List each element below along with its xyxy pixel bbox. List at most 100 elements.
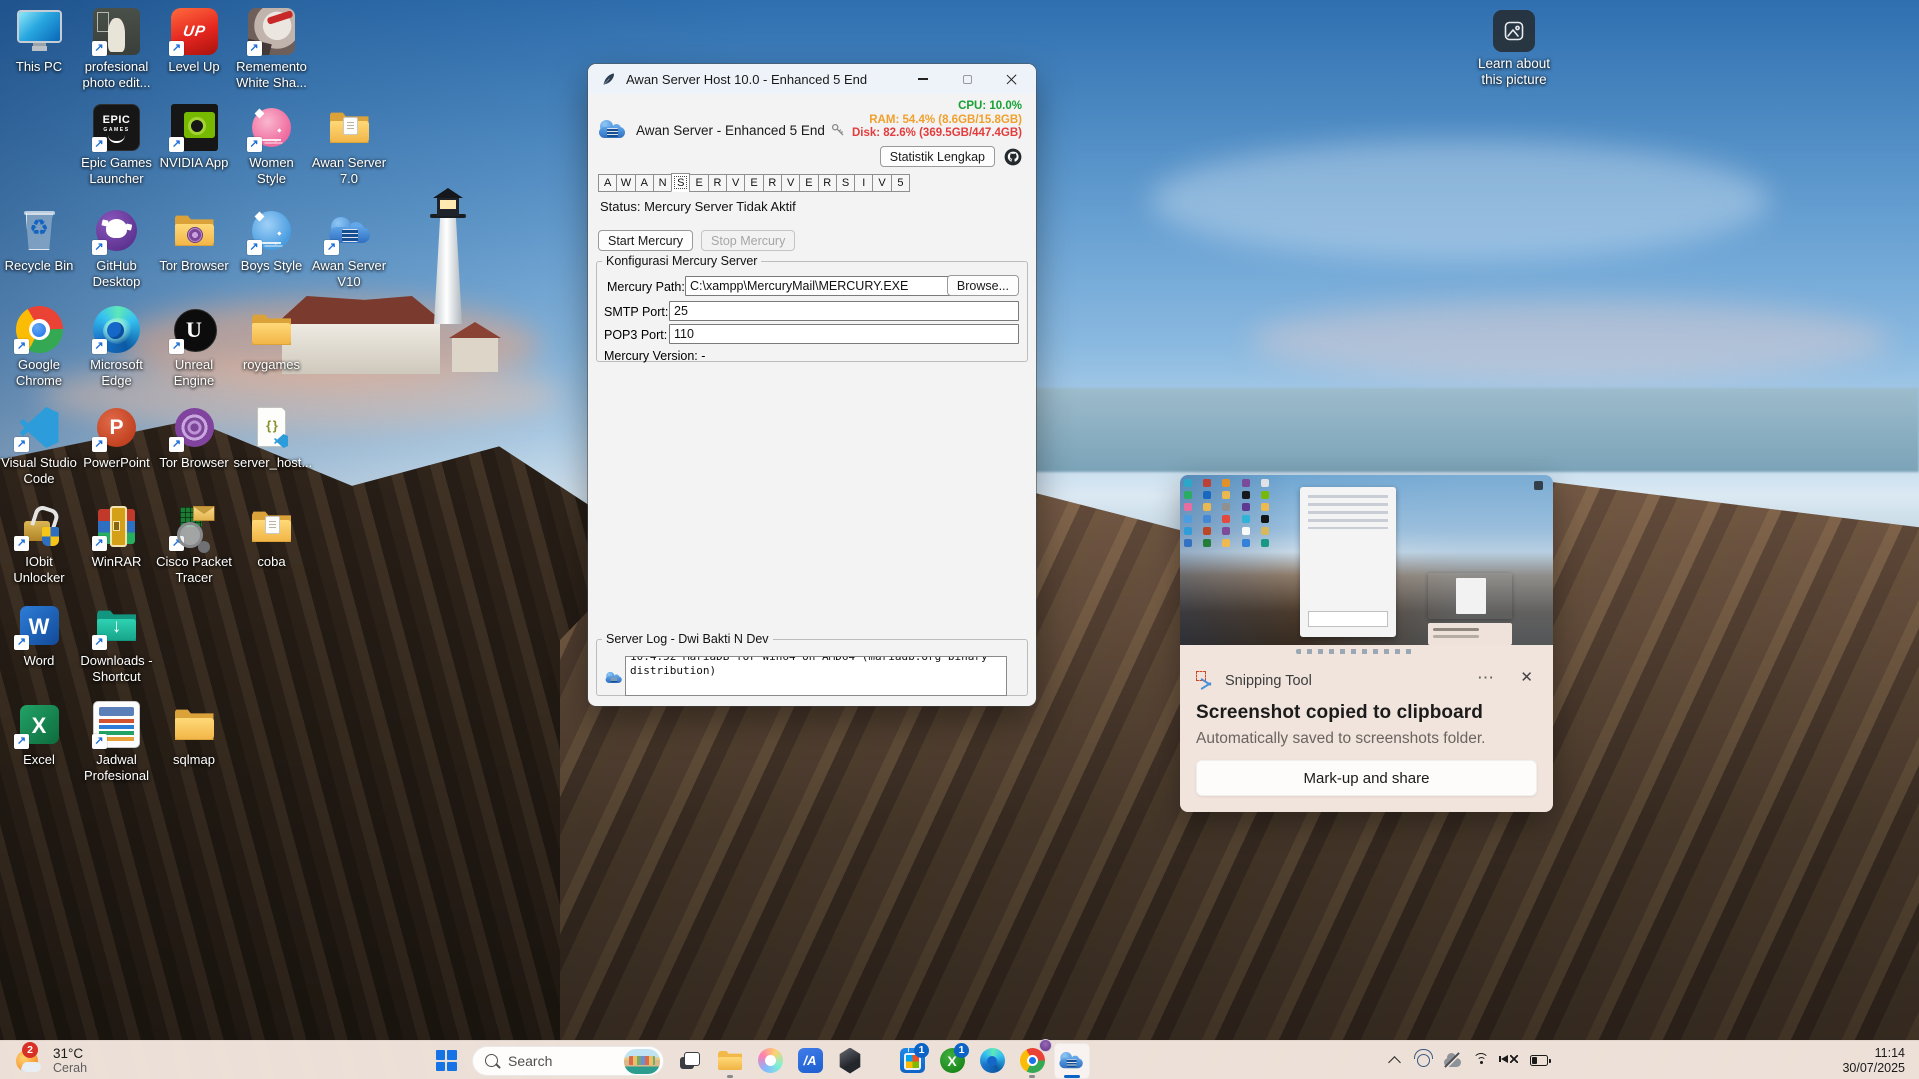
tab-r-6[interactable]: R: [708, 174, 727, 192]
desktop-icon-visual-studio-code[interactable]: ↗Visual Studio Code: [1, 404, 77, 487]
desktop-icon-label: Word: [1, 653, 77, 669]
browse-button[interactable]: Browse...: [947, 275, 1019, 296]
learn-about-picture[interactable]: Learn about this picture: [1468, 10, 1560, 89]
tab-v-7[interactable]: V: [726, 174, 745, 192]
tab-e-11[interactable]: E: [799, 174, 818, 192]
server-log-textarea[interactable]: 10:4:52 MariaDB for Win64 on AMD64 (mari…: [625, 656, 1007, 696]
volume-muted-icon: [1501, 1054, 1519, 1068]
taskbar-clock[interactable]: 11:14 30/07/2025: [1842, 1041, 1905, 1079]
picture-info-icon[interactable]: [1493, 10, 1535, 52]
desktop-icon-server-host-file[interactable]: { }server_host...: [234, 404, 310, 471]
desktop-icon-level-up[interactable]: UP↗Level Up: [156, 8, 232, 75]
start-button[interactable]: [428, 1043, 464, 1079]
desktop-icon-recycle-bin[interactable]: ♻Recycle Bin: [1, 207, 77, 274]
tab-e-8[interactable]: E: [744, 174, 763, 192]
thumbnail-nested-toast: [1428, 623, 1512, 645]
desktop-icon-this-pc[interactable]: This PC: [1, 8, 77, 75]
desktop-icon-nvidia-app[interactable]: ↗NVIDIA App: [156, 104, 232, 171]
github-icon[interactable]: [1004, 148, 1022, 166]
desktop-icon-tor-browser-folder[interactable]: Tor Browser: [156, 207, 232, 274]
snipping-toast[interactable]: Snipping Tool ⋯ ✕ Screenshot copied to c…: [1180, 658, 1553, 812]
pop3-port-input[interactable]: [669, 324, 1019, 344]
search-input[interactable]: [506, 1052, 616, 1070]
tray-chevron-button[interactable]: [1385, 1052, 1403, 1070]
tray-app-button[interactable]: [1414, 1052, 1432, 1070]
battery-button[interactable]: [1530, 1052, 1548, 1070]
window-titlebar[interactable]: Awan Server Host 10.0 - Enhanced 5 End: [588, 64, 1036, 94]
start-mercury-button[interactable]: Start Mercury: [598, 230, 693, 251]
desktop-icon-awan-server-v10[interactable]: ↗Awan Server V10: [311, 207, 387, 290]
xbox-button[interactable]: X 1: [934, 1043, 970, 1079]
close-button[interactable]: [989, 64, 1033, 94]
tab-r-9[interactable]: R: [763, 174, 782, 192]
onedrive-button[interactable]: [1443, 1052, 1461, 1070]
search-box[interactable]: [472, 1046, 664, 1076]
desktop-icon-cisco-packet-tracer[interactable]: ↗Cisco Packet Tracer: [156, 503, 232, 586]
smtp-port-input[interactable]: [669, 301, 1019, 321]
toast-close-button[interactable]: ✕: [1520, 668, 1533, 686]
desktop-icon-label: NVIDIA App: [156, 155, 232, 171]
desktop-icon-rememento[interactable]: ↗Rememento White Sha...: [234, 8, 310, 91]
desktop-icon-iobit-unlocker[interactable]: ↗IObit Unlocker: [1, 503, 77, 586]
weather-widget[interactable]: 2 31°C Cerah: [14, 1043, 87, 1078]
awan-server-taskbar-button[interactable]: [1054, 1043, 1090, 1079]
desktop-icon-google-chrome[interactable]: ↗Google Chrome: [1, 306, 77, 389]
microsoft-store-button[interactable]: 1: [894, 1043, 930, 1079]
tab-w-1[interactable]: W: [616, 174, 635, 192]
tab-a-0[interactable]: A: [598, 174, 617, 192]
toast-more-button[interactable]: ⋯: [1477, 668, 1495, 688]
obsidian-button[interactable]: [832, 1043, 868, 1079]
desktop-icon-awan-server-70[interactable]: Awan Server 7.0: [311, 104, 387, 187]
desktop-icon-microsoft-edge[interactable]: ↗Microsoft Edge: [79, 306, 155, 389]
copilot-button[interactable]: [752, 1043, 788, 1079]
desktop-icon-epic-games-launcher[interactable]: EPICGAMES↗Epic Games Launcher: [79, 104, 155, 187]
desktop-icon-boys-style[interactable]: ↗Boys Style: [234, 207, 310, 274]
desktop-icon-roygames[interactable]: roygames: [234, 306, 310, 373]
desktop-icon-coba[interactable]: coba: [234, 503, 310, 570]
chrome-taskbar-button[interactable]: [1014, 1043, 1050, 1079]
tab-v-10[interactable]: V: [781, 174, 800, 192]
maximize-button[interactable]: [945, 64, 989, 94]
desktop-icon-jadwal-profesional[interactable]: ↗Jadwal Profesional: [79, 701, 155, 784]
desktop-icon-sqlmap[interactable]: sqlmap: [156, 701, 232, 768]
shortcut-arrow-icon: ↗: [14, 635, 29, 650]
screenshot-preview-thumbnail[interactable]: [1180, 475, 1553, 658]
network-button[interactable]: [1472, 1052, 1490, 1070]
desktop-icon-photo-editor[interactable]: ↗profesional photo edit...: [79, 8, 155, 91]
key-icon: [831, 123, 845, 137]
minimize-button[interactable]: [901, 64, 945, 94]
desktop-icon-women-style[interactable]: ↗Women Style: [234, 104, 310, 187]
tab-a-2[interactable]: A: [635, 174, 654, 192]
tab-i-14[interactable]: I: [854, 174, 873, 192]
xbox-badge: 1: [954, 1043, 969, 1058]
desktop-icon-winrar[interactable]: ↗WinRAR: [79, 503, 155, 570]
stop-mercury-button[interactable]: Stop Mercury: [701, 230, 795, 251]
file-explorer-button[interactable]: [712, 1043, 748, 1079]
desktop-icon-github-desktop[interactable]: ↗GitHub Desktop: [79, 207, 155, 290]
edge-taskbar-button[interactable]: [974, 1043, 1010, 1079]
task-view-button[interactable]: [672, 1043, 708, 1079]
ia-app-button[interactable]: /A: [792, 1043, 828, 1079]
statistik-lengkap-button[interactable]: Statistik Lengkap: [880, 146, 995, 167]
tab-s-13[interactable]: S: [836, 174, 855, 192]
clock-time: 11:14: [1842, 1046, 1905, 1061]
volume-button[interactable]: [1501, 1052, 1519, 1070]
wallpaper-sea: [900, 388, 1919, 472]
tab-n-3[interactable]: N: [653, 174, 672, 192]
tab-s-4[interactable]: S: [671, 173, 690, 192]
desktop-icon-excel[interactable]: X↗Excel: [1, 701, 77, 768]
cloud-offline-icon: [1444, 1058, 1461, 1067]
desktop-icon-powerpoint[interactable]: P↗PowerPoint: [79, 404, 155, 471]
tab-5-16[interactable]: 5: [891, 174, 910, 192]
tab-r-12[interactable]: R: [818, 174, 837, 192]
desktop-icon-unreal-engine[interactable]: U↗Unreal Engine: [156, 306, 232, 389]
desktop-icon-tor-browser[interactable]: ↗Tor Browser: [156, 404, 232, 471]
tab-v-15[interactable]: V: [872, 174, 891, 192]
markup-share-button[interactable]: Mark-up and share: [1196, 760, 1537, 796]
mercury-path-input[interactable]: [685, 276, 963, 296]
search-highlight-image[interactable]: [624, 1049, 660, 1074]
desktop-icon-downloads-shortcut[interactable]: ↓↗Downloads - Shortcut: [79, 602, 155, 685]
desktop-icon-word[interactable]: W↗Word: [1, 602, 77, 669]
shortcut-arrow-icon: ↗: [92, 240, 107, 255]
tab-e-5[interactable]: E: [689, 174, 708, 192]
